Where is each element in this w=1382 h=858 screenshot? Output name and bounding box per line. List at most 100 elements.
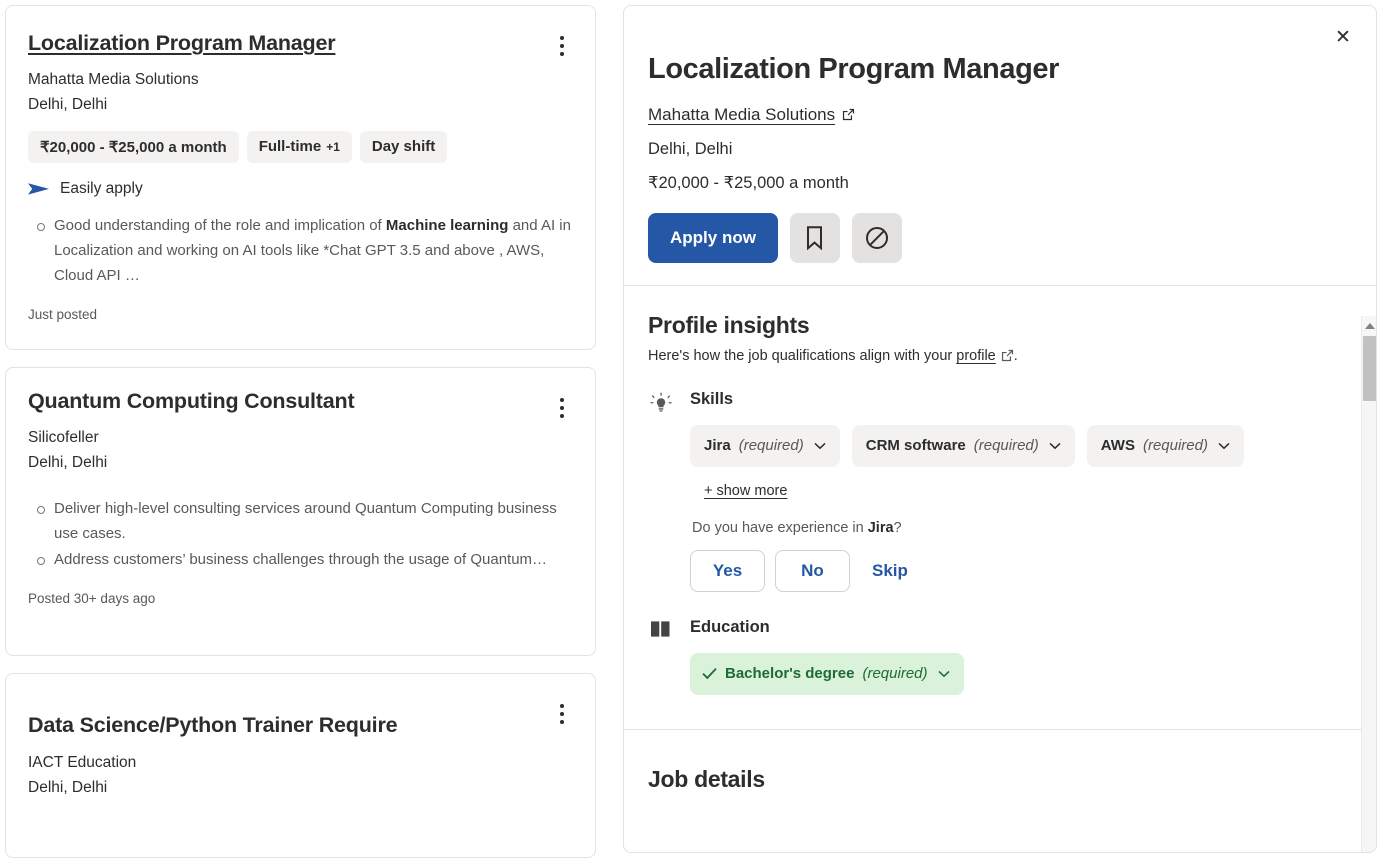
question-skill: Jira [867, 519, 894, 536]
external-link-icon [1001, 350, 1013, 362]
job-card-posted: Posted 30+ days ago [28, 590, 156, 606]
job-card-company: IACT Education [28, 753, 137, 771]
chevron-down-icon [937, 670, 950, 678]
bookmark-icon [807, 225, 823, 250]
job-detail-salary: ₹20,000 - ₹25,000 a month [648, 173, 849, 192]
job-card-location: Delhi, Delhi [28, 453, 108, 471]
scrollbar-thumb[interactable] [1363, 336, 1376, 401]
snippet-bullet: Good understanding of the role and impli… [37, 214, 573, 289]
job-detail-body: Profile insights Here's how the job qual… [624, 286, 1376, 852]
job-detail-location: Delhi, Delhi [648, 139, 733, 158]
scroll-down-arrow-icon[interactable] [1362, 847, 1376, 852]
job-card-title[interactable]: Localization Program Manager [28, 30, 498, 56]
dot [560, 712, 564, 717]
education-chips: Bachelor's degree (required) [690, 652, 1336, 695]
skill-name: CRM software [865, 437, 966, 455]
snippet-bullet: Deliver high-level consulting services a… [37, 497, 573, 547]
skill-name: Jira [704, 437, 731, 455]
job-detail-header: Localization Program Manager Mahatta Med… [624, 6, 1376, 286]
subtitle-tail: . [1013, 347, 1018, 364]
job-card-title[interactable]: Data Science/Python Trainer Require [28, 712, 498, 738]
job-results-list: Localization Program Manager Mahatta Med… [5, 5, 596, 858]
jobtype-chip: Full-time +1 [246, 131, 352, 164]
job-card[interactable]: Localization Program Manager Mahatta Med… [5, 5, 596, 350]
job-card-attributes: ₹20,000 - ₹25,000 a month Full-time +1 D… [28, 131, 573, 164]
job-detail-actions: Apply now [648, 212, 1352, 263]
check-icon [702, 668, 717, 680]
skill-required: (required) [973, 437, 1039, 455]
scroll-up-arrow-icon[interactable] [1362, 318, 1376, 333]
job-card-snippet: Good understanding of the role and impli… [28, 214, 573, 289]
education-name: Bachelor's degree [725, 665, 855, 683]
skill-question: Do you have experience in Jira? [692, 520, 1336, 536]
snippet-highlight: Machine learning [385, 217, 509, 235]
question-lead: Do you have experience in [692, 519, 868, 536]
skill-required: (required) [1142, 437, 1208, 455]
job-card-menu-icon[interactable] [547, 390, 577, 426]
salary-chip-label: ₹20,000 - ₹25,000 a month [40, 139, 227, 157]
job-card[interactable]: Data Science/Python Trainer Require IACT… [5, 673, 596, 858]
job-card-menu-icon[interactable] [547, 696, 577, 732]
dot [560, 413, 564, 418]
shift-chip-label: Day shift [371, 138, 436, 156]
job-card-title[interactable]: Quantum Computing Consultant [28, 388, 498, 414]
skill-required: (required) [738, 437, 804, 455]
snippet-lead: Good understanding of the role and impli… [54, 217, 386, 235]
job-search-page: Localization Program Manager Mahatta Med… [0, 0, 1382, 858]
education-required: (required) [862, 665, 928, 683]
skills-content: Skills Jira (required) CRM software (req… [690, 390, 1336, 592]
answer-no-button[interactable]: No [775, 549, 850, 592]
profile-link-label: profile [956, 347, 996, 364]
salary-chip: ₹20,000 - ₹25,000 a month [28, 131, 239, 164]
job-card[interactable]: Quantum Computing Consultant Silicofelle… [5, 366, 596, 657]
show-more-skills-link[interactable]: + show more [704, 483, 787, 499]
chevron-down-icon [814, 442, 826, 450]
subtitle-lead: Here's how the job qualifications align … [648, 347, 957, 364]
job-card-company: Silicofeller [28, 428, 99, 446]
easily-apply-badge: Easily apply [28, 180, 573, 198]
save-job-button[interactable] [789, 212, 840, 263]
dot [560, 36, 564, 40]
job-detail-panel: ✕ Localization Program Manager Mahatta M… [623, 5, 1377, 853]
skills-label: Skills [690, 389, 734, 408]
answer-skip-button[interactable]: Skip [860, 550, 920, 592]
education-content: Education Bachelor's degree (required) [690, 618, 1336, 695]
job-card-location: Delhi, Delhi [28, 96, 108, 114]
skill-chip-aws[interactable]: AWS (required) [1086, 424, 1244, 467]
close-icon[interactable]: ✕ [1328, 22, 1358, 52]
profile-insights-title: Profile insights [648, 311, 810, 338]
jobtype-chip-extra: +1 [326, 140, 340, 155]
section-divider [624, 728, 1376, 730]
dot [560, 52, 564, 56]
job-card-location: Delhi, Delhi [28, 778, 108, 796]
profile-insights-subtitle: Here's how the job qualifications align … [648, 348, 1336, 364]
jobtype-chip-label: Full-time [258, 138, 322, 156]
dot [560, 720, 564, 725]
profile-link[interactable]: profile [956, 348, 1014, 364]
chevron-down-icon [1218, 442, 1230, 450]
education-insight: Education Bachelor's degree (required) [648, 618, 1336, 695]
skill-answer-row: Yes No Skip [690, 549, 1336, 592]
skill-chip-crm-software[interactable]: CRM software (required) [851, 424, 1075, 467]
hide-job-button[interactable] [851, 212, 902, 263]
skills-insight: Skills Jira (required) CRM software (req… [648, 390, 1336, 592]
education-chip-bachelors-degree[interactable]: Bachelor's degree (required) [690, 652, 964, 695]
job-card-menu-icon[interactable] [547, 28, 577, 64]
company-link[interactable]: Mahatta Media Solutions [648, 105, 855, 125]
detail-scrollbar[interactable] [1361, 316, 1376, 852]
skill-chip-jira[interactable]: Jira (required) [690, 424, 840, 467]
block-icon [865, 226, 888, 249]
external-link-icon [843, 109, 855, 121]
apply-now-button[interactable]: Apply now [648, 212, 778, 263]
send-plane-icon [28, 183, 49, 196]
dot [560, 44, 564, 48]
question-tail: ? [893, 519, 902, 536]
dot [560, 397, 564, 402]
book-icon [648, 618, 674, 695]
skill-name: AWS [1100, 437, 1135, 455]
job-card-snippet: Deliver high-level consulting services a… [28, 497, 573, 573]
easily-apply-label: Easily apply [60, 180, 143, 198]
skill-chips: Jira (required) CRM software (required) … [690, 424, 1336, 467]
answer-yes-button[interactable]: Yes [690, 549, 765, 592]
company-link-label: Mahatta Media Solutions [648, 104, 836, 124]
